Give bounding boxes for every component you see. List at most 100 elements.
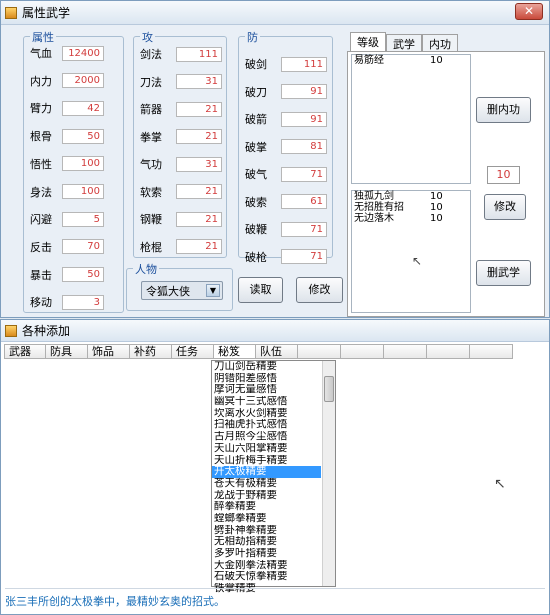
status-text: 张三丰所创的太极拳中，最精妙玄奥的招式。 bbox=[5, 588, 545, 612]
stat-label: 暴击 bbox=[30, 268, 52, 282]
column-header[interactable]: 饰品 bbox=[88, 344, 130, 359]
list-item[interactable]: 坎离水火剑精要 bbox=[212, 408, 321, 420]
stat-row: 钢鞭 21 bbox=[140, 211, 222, 227]
close-button[interactable]: ✕ bbox=[515, 3, 543, 20]
list-item[interactable]: 摩诃无量感悟 bbox=[212, 384, 321, 396]
list-item[interactable]: 无边落木 10 bbox=[352, 213, 470, 224]
column-header[interactable]: 秘笈 bbox=[214, 344, 256, 359]
list-item[interactable]: 大金刚拳法精要 bbox=[212, 560, 321, 572]
list-item[interactable]: 石破天惊拳精要 bbox=[212, 571, 321, 583]
stat-row: 破箭 91 bbox=[245, 111, 327, 127]
list-item[interactable]: 扫袖虎扑式感悟 bbox=[212, 419, 321, 431]
stat-value-input[interactable]: 21 bbox=[176, 239, 222, 254]
modify-level-button[interactable]: 修改 bbox=[484, 194, 526, 220]
stat-label: 气功 bbox=[140, 158, 162, 171]
stat-value-input[interactable]: 21 bbox=[176, 101, 222, 117]
window-titlebar: 属性武学 bbox=[1, 1, 549, 25]
stat-row: 气血 12400 bbox=[30, 45, 104, 61]
stat-value-input[interactable]: 50 bbox=[62, 267, 104, 283]
tab-neigong[interactable]: 内功 bbox=[422, 34, 458, 51]
stat-value-input[interactable]: 71 bbox=[281, 166, 327, 182]
stat-label: 破箭 bbox=[245, 113, 267, 126]
stat-label: 破剑 bbox=[245, 58, 267, 71]
stat-label: 软索 bbox=[140, 185, 162, 199]
character-select-value: 令狐大侠 bbox=[146, 284, 190, 298]
stat-value-input[interactable]: 91 bbox=[281, 111, 327, 127]
character-select[interactable]: 令狐大侠 ▼ bbox=[141, 281, 223, 300]
wuxue-list[interactable]: ↖ 独孤九剑 10 无招胜有招 10 无边落木 10 bbox=[351, 190, 471, 313]
stat-value-input[interactable]: 71 bbox=[281, 221, 327, 237]
list-item[interactable]: 古月照今尘感悟 bbox=[212, 431, 321, 443]
item-list[interactable]: 刀山剑岳精要 阴错阳差感悟 摩诃无量感悟 幽冥十三式感悟 坎离水火剑精要 扫袖虎扑式感悟古… bbox=[211, 360, 336, 594]
list-item[interactable]: 刀山剑岳精要 bbox=[212, 361, 321, 373]
delete-wuxue-button[interactable]: 删武学 bbox=[476, 260, 531, 286]
stat-value-input[interactable]: 91 bbox=[281, 84, 327, 99]
stat-row: 根骨 50 bbox=[30, 128, 104, 144]
column-header[interactable]: 防具 bbox=[46, 344, 88, 359]
stat-label: 破鞭 bbox=[245, 223, 267, 236]
stat-value-input[interactable]: 100 bbox=[62, 156, 104, 172]
stat-row: 悟性 100 bbox=[30, 156, 104, 172]
stat-label: 臂力 bbox=[30, 102, 52, 116]
list-item[interactable]: 龙战于野精要 bbox=[212, 490, 321, 502]
stat-value-input[interactable]: 61 bbox=[281, 194, 327, 209]
list-item[interactable]: 开太极精要 bbox=[212, 466, 321, 478]
list-item[interactable]: 苍天有极精要 bbox=[212, 478, 321, 490]
column-header[interactable] bbox=[298, 344, 341, 359]
tab-wuxue[interactable]: 武学 bbox=[386, 34, 422, 51]
list-item[interactable]: 天山六阳掌精要 bbox=[212, 443, 321, 455]
list-item[interactable]: 多罗叶指精要 bbox=[212, 548, 321, 560]
stat-value-input[interactable]: 70 bbox=[62, 239, 104, 255]
stat-value-input[interactable]: 5 bbox=[62, 211, 104, 227]
read-button[interactable]: 读取 bbox=[238, 277, 283, 303]
list-item[interactable]: 阴错阳差感悟 bbox=[212, 373, 321, 385]
stat-label: 闪避 bbox=[30, 213, 52, 227]
stat-value-input[interactable]: 3 bbox=[62, 294, 104, 310]
stat-value-input[interactable]: 81 bbox=[281, 139, 327, 154]
stat-row: 内力 2000 bbox=[30, 73, 104, 89]
level-input[interactable]: 10 bbox=[487, 166, 520, 184]
column-header[interactable] bbox=[384, 344, 427, 359]
list-item[interactable]: 独孤九剑 10 bbox=[352, 191, 470, 202]
tab-level[interactable]: 等级 bbox=[350, 32, 386, 51]
list-item[interactable]: 醉拳精要 bbox=[212, 501, 321, 513]
stat-value-input[interactable]: 21 bbox=[176, 129, 222, 144]
stat-value-input[interactable]: 111 bbox=[281, 56, 327, 72]
stat-value-input[interactable]: 100 bbox=[62, 184, 104, 199]
neigong-list[interactable]: 易筋经 10 bbox=[351, 54, 471, 184]
delete-neigong-button[interactable]: 删内功 bbox=[476, 97, 531, 123]
list-item[interactable]: 易筋经 10 bbox=[352, 55, 470, 66]
stat-value-input[interactable]: 21 bbox=[176, 184, 222, 199]
list-item[interactable]: 无招胜有招 10 bbox=[352, 202, 470, 213]
list-item[interactable]: 天山折梅手精要 bbox=[212, 455, 321, 467]
column-header[interactable]: 队伍 bbox=[256, 344, 298, 359]
column-header[interactable] bbox=[341, 344, 384, 359]
list-item[interactable]: 无相劫指精要 bbox=[212, 536, 321, 548]
stat-row: 暴击 50 bbox=[30, 267, 104, 283]
scroll-thumb[interactable] bbox=[324, 376, 334, 402]
stat-row: 破枪 71 bbox=[245, 249, 327, 265]
list-item[interactable]: 螳螂拳精要 bbox=[212, 513, 321, 525]
stat-label: 箭器 bbox=[140, 103, 162, 116]
stat-row: 破掌 81 bbox=[245, 139, 327, 155]
column-header[interactable] bbox=[427, 344, 470, 359]
stat-value-input[interactable]: 31 bbox=[176, 74, 222, 89]
scrollbar[interactable] bbox=[322, 361, 335, 586]
list-item[interactable]: 劈卦神拳精要 bbox=[212, 525, 321, 537]
column-header[interactable] bbox=[470, 344, 513, 359]
column-header[interactable]: 任务 bbox=[172, 344, 214, 359]
stat-value-input[interactable]: 21 bbox=[176, 211, 222, 227]
stat-value-input[interactable]: 50 bbox=[62, 128, 104, 144]
column-header[interactable]: 补药 bbox=[130, 344, 172, 359]
stat-value-input[interactable]: 31 bbox=[176, 156, 222, 172]
stat-value-input[interactable]: 111 bbox=[176, 46, 222, 62]
stat-row: 破索 61 bbox=[245, 194, 327, 210]
list-item[interactable]: 幽冥十三式感悟 bbox=[212, 396, 321, 408]
stat-value-input[interactable]: 12400 bbox=[62, 45, 104, 61]
stat-value-input[interactable]: 2000 bbox=[62, 73, 104, 89]
column-header[interactable]: 武器 bbox=[4, 344, 46, 359]
stat-value-input[interactable]: 71 bbox=[281, 249, 327, 264]
modify-button[interactable]: 修改 bbox=[296, 277, 343, 303]
defense-group: 防 破剑 111 破刀 91 破箭 91 破掌 81 破气 71 破索 61 破鞭 71 破枪 71 bbox=[238, 29, 333, 264]
stat-value-input[interactable]: 42 bbox=[62, 100, 104, 116]
